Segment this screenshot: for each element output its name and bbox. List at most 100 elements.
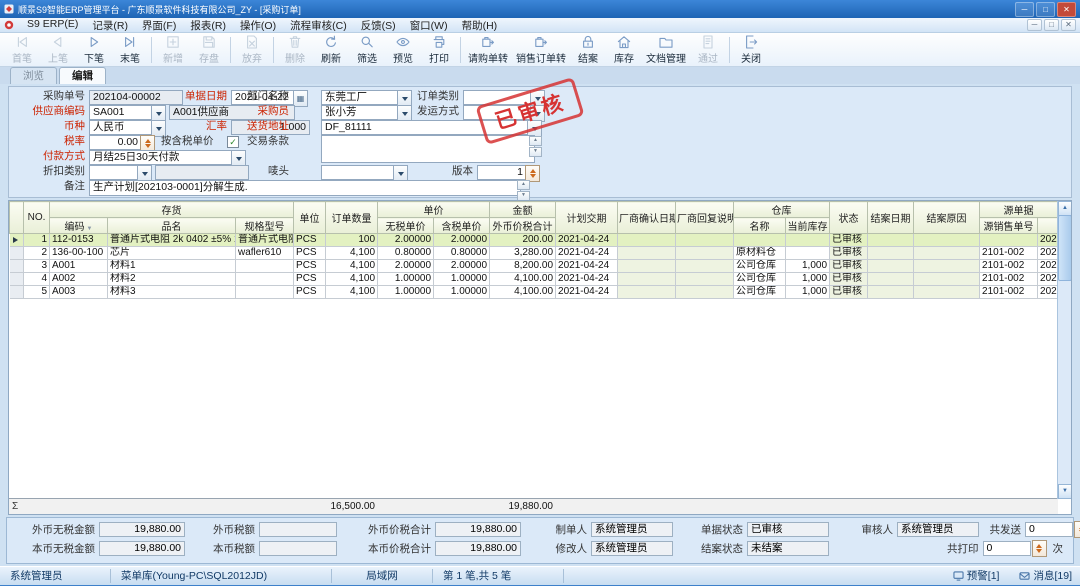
currency-field[interactable]: 人民币 <box>89 120 155 135</box>
grid-cell[interactable]: PCS <box>294 286 326 299</box>
supplier-code-field[interactable]: SA001 <box>89 105 155 120</box>
grid-cell[interactable]: 2021-04-24 <box>556 260 618 273</box>
status-message[interactable]: 消息[19] <box>1009 569 1080 583</box>
grid-cell[interactable] <box>786 247 830 260</box>
scroll-up-icon[interactable]: ▲ <box>1058 201 1072 216</box>
toolbar-button-close[interactable]: 关闭 <box>733 34 769 65</box>
send-count-field[interactable]: 0 <box>1025 522 1073 537</box>
grid-cell[interactable]: 1.00000 <box>378 286 434 299</box>
menu-item-feedback[interactable]: 反馈(S) <box>354 18 403 33</box>
version-field[interactable]: 1 <box>477 165 527 180</box>
grid-cell[interactable]: 5 <box>24 286 50 299</box>
grid-cell[interactable] <box>676 247 734 260</box>
grid-cell[interactable]: 已审核 <box>830 273 868 286</box>
print-count-spinner[interactable] <box>1032 540 1047 557</box>
row-selector[interactable] <box>10 260 24 273</box>
grid-cell[interactable] <box>914 260 980 273</box>
send-count-spinner[interactable] <box>1074 521 1080 538</box>
grid-cell[interactable]: 4,100.00 <box>490 273 556 286</box>
grid-cell[interactable]: 普通片式电阻 2k 0402 ±5% 1/16W <box>108 234 236 247</box>
payment-method-field[interactable]: 月结25日30天付款 <box>89 150 235 165</box>
grid-cell[interactable] <box>676 234 734 247</box>
grid-cell[interactable]: 3,280.00 <box>490 247 556 260</box>
row-selector[interactable] <box>10 247 24 260</box>
grid-cell[interactable]: 材料2 <box>108 273 236 286</box>
grid-cell[interactable]: 202 <box>1038 234 1058 247</box>
grid-cell[interactable] <box>236 273 294 286</box>
grid-cell[interactable] <box>914 234 980 247</box>
toolbar-button-close-case[interactable]: 结案 <box>570 34 606 65</box>
grid-cell[interactable]: A001 <box>50 260 108 273</box>
dept-field[interactable]: 东莞工厂 <box>321 90 401 105</box>
grid-cell[interactable]: 202 <box>1038 286 1058 299</box>
grid-cell[interactable]: 2.00000 <box>434 234 490 247</box>
mark-head-field[interactable] <box>321 165 399 180</box>
remark-scroll[interactable]: ▲▼ <box>517 180 530 201</box>
toolbar-button-doc-manage[interactable]: 文档管理 <box>642 34 690 65</box>
grid-cell[interactable] <box>676 260 734 273</box>
table-row[interactable]: 5A003材料3PCS4,1001.000001.000004,100.0020… <box>10 286 1058 299</box>
grid-cell[interactable]: 公司仓库 <box>734 273 786 286</box>
grid-cell[interactable] <box>676 286 734 299</box>
grid-cell[interactable]: 202 <box>1038 273 1058 286</box>
toolbar-button-preview[interactable]: 预览 <box>385 34 421 65</box>
mdi-close-button[interactable]: ✕ <box>1061 19 1076 31</box>
grid-cell[interactable]: 1.00000 <box>434 286 490 299</box>
grid-cell[interactable]: PCS <box>294 234 326 247</box>
grid-cell[interactable]: 202 <box>1038 247 1058 260</box>
tab-edit[interactable]: 编辑 <box>59 67 106 84</box>
grid-cell[interactable]: 1,000 <box>786 286 830 299</box>
grid-cell[interactable]: 已审核 <box>830 286 868 299</box>
row-selector[interactable] <box>10 234 24 247</box>
grid-cell[interactable]: 材料1 <box>108 260 236 273</box>
grid-cell[interactable]: 4,100 <box>326 260 378 273</box>
grid-cell[interactable]: 已审核 <box>830 247 868 260</box>
grid-cell[interactable]: 100 <box>326 234 378 247</box>
grid-cell[interactable]: 2 <box>24 247 50 260</box>
grid-cell[interactable]: 4,100 <box>326 286 378 299</box>
mdi-restore-button[interactable]: □ <box>1044 19 1059 31</box>
toolbar-button-sales-transfer[interactable]: 销售订单转 <box>512 34 570 65</box>
trade-terms-scroll[interactable]: ▲▼ <box>529 136 542 157</box>
grid-cell[interactable]: 2021-04-24 <box>556 286 618 299</box>
toolbar-button-next-record[interactable]: 下笔 <box>76 34 112 65</box>
toolbar-button-last-record[interactable]: 末笔 <box>112 34 148 65</box>
grid-cell[interactable] <box>618 234 676 247</box>
table-row[interactable]: 2136-00-100芯片wafler610PCS4,1000.800000.8… <box>10 247 1058 260</box>
grid-cell[interactable]: 1.00000 <box>434 273 490 286</box>
menu-item-workflow-audit[interactable]: 流程审核(C) <box>283 18 354 33</box>
grid-cell[interactable]: 136-00-100 <box>50 247 108 260</box>
grid-cell[interactable]: 1 <box>24 234 50 247</box>
grid-cell[interactable]: 200.00 <box>490 234 556 247</box>
grid-cell[interactable]: 3 <box>24 260 50 273</box>
grid-cell[interactable] <box>618 286 676 299</box>
grid-cell[interactable]: 2.00000 <box>378 260 434 273</box>
scrollbar-thumb[interactable] <box>1058 215 1072 281</box>
grid-cell[interactable] <box>618 247 676 260</box>
grid-cell[interactable]: 112-0153 <box>50 234 108 247</box>
row-selector[interactable] <box>10 286 24 299</box>
grid-cell[interactable]: 已审核 <box>830 260 868 273</box>
grid-cell[interactable] <box>236 286 294 299</box>
menu-item-help[interactable]: 帮助(H) <box>455 18 505 33</box>
grid-cell[interactable]: 2021-04-24 <box>556 273 618 286</box>
toolbar-button-req-transfer[interactable]: 请购单转 <box>464 34 512 65</box>
menu-item-window[interactable]: 窗口(W) <box>403 18 455 33</box>
grid-cell[interactable]: 2021-04-24 <box>556 234 618 247</box>
grid-cell[interactable]: 2101-002 <box>980 286 1038 299</box>
menu-item-record[interactable]: 记录(R) <box>85 18 135 33</box>
print-count-field[interactable]: 0 <box>983 541 1031 556</box>
filter-icon[interactable]: ▼ <box>87 226 93 232</box>
table-row[interactable]: 3A001材料1PCS4,1002.000002.000008,200.0020… <box>10 260 1058 273</box>
grid-cell[interactable]: 4,100.00 <box>490 286 556 299</box>
grid-cell[interactable]: PCS <box>294 273 326 286</box>
table-row[interactable]: 4A002材料2PCS4,1001.000001.000004,100.0020… <box>10 273 1058 286</box>
scroll-down-icon[interactable]: ▼ <box>1058 484 1072 499</box>
remark-field[interactable]: 生产计划[202103-0001]分解生成. <box>89 180 521 196</box>
grid-cell[interactable]: 0.80000 <box>434 247 490 260</box>
grid-cell[interactable]: 4,100 <box>326 273 378 286</box>
menu-item-s9-erp[interactable]: S9 ERP(E) <box>20 18 85 33</box>
grid-cell[interactable]: 202 <box>1038 260 1058 273</box>
grid-cell[interactable]: 普通片式电阻... <box>236 234 294 247</box>
grid-cell[interactable]: 2.00000 <box>434 260 490 273</box>
